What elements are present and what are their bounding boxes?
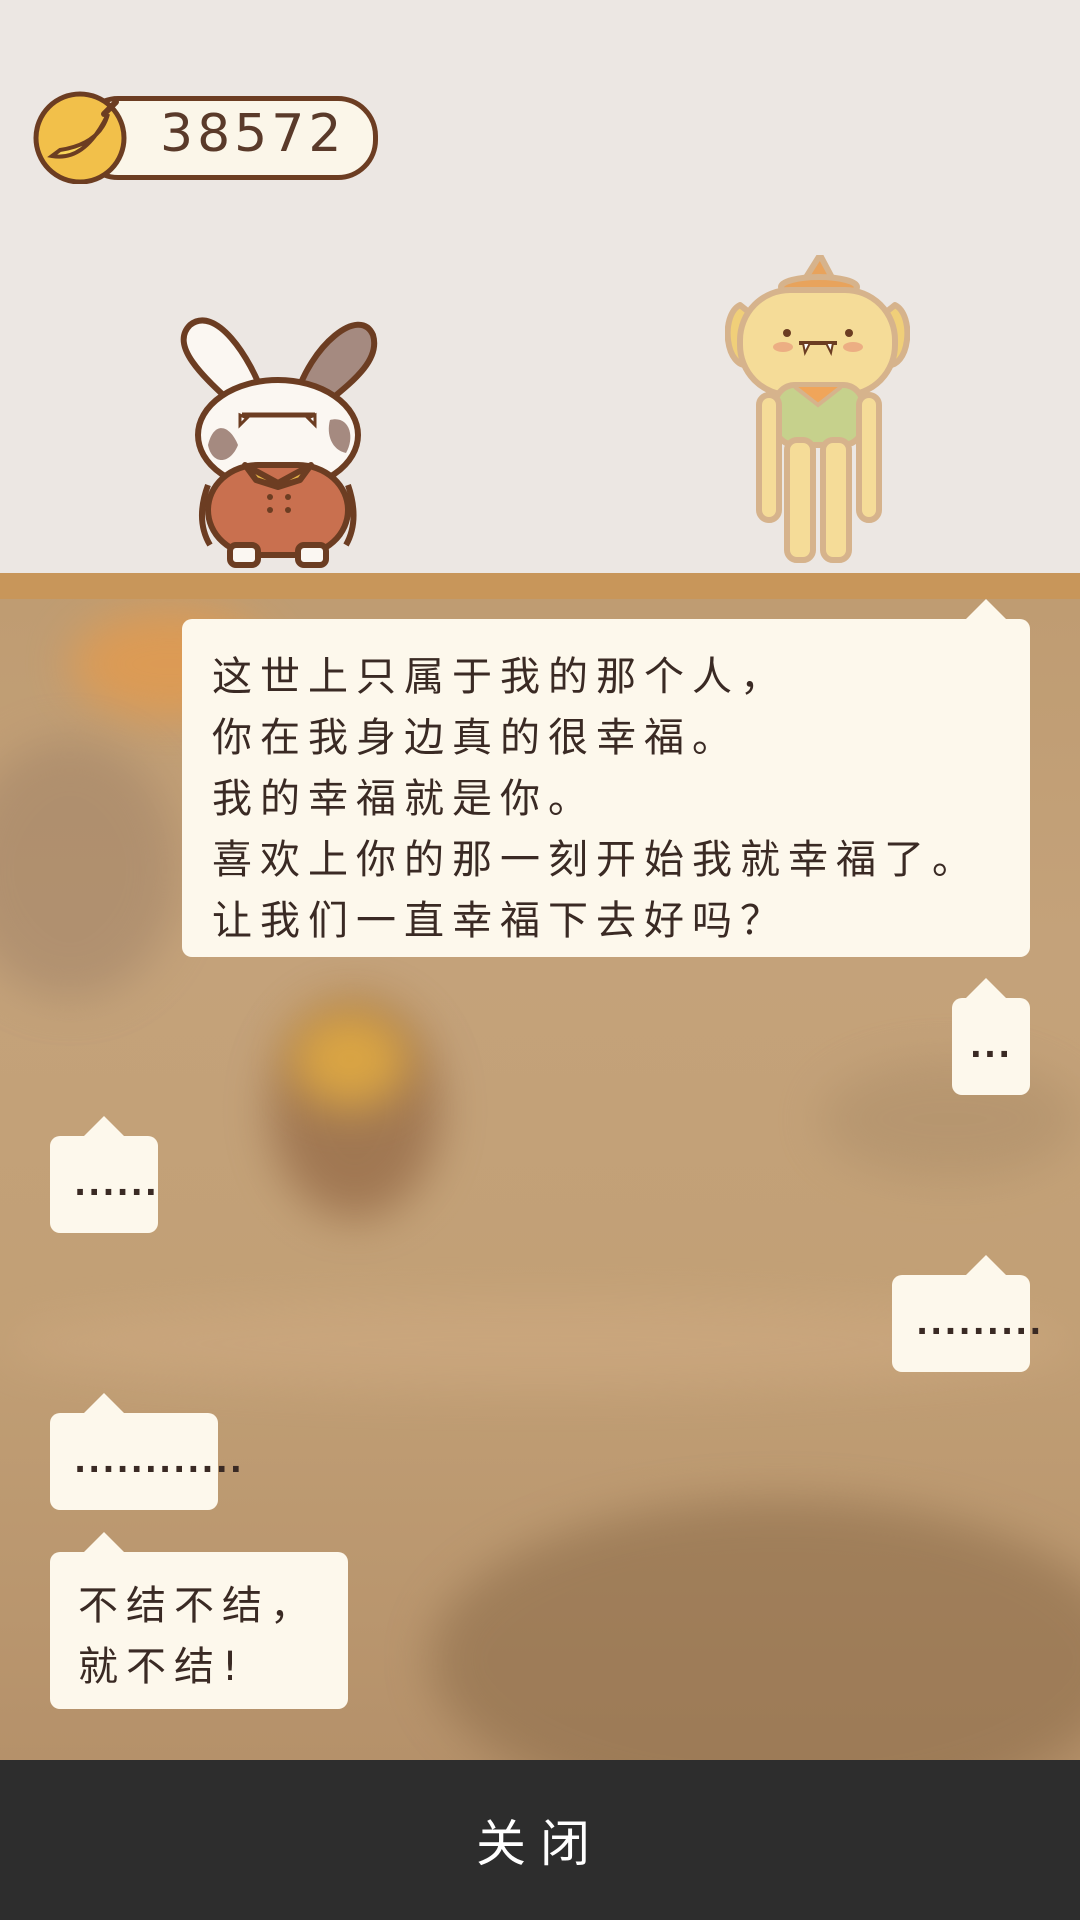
speech-text: 这世上只属于我的那个人， 你在我身边真的很幸福。 我的幸福就是你。 喜欢上你的那… [212,654,980,944]
floor-line [0,573,1080,599]
speech-bubble: ......... [892,1255,1044,1372]
speech-text: ......... [916,1304,1044,1342]
banana-count: 38572 [160,104,346,164]
banana-counter: 38572 [30,91,378,184]
speech-text: ............ [74,1442,244,1480]
banana-icon [33,91,127,184]
speech-bubble: ...... [50,1116,159,1233]
speech-text: ... [969,1027,1013,1065]
close-button[interactable]: 关闭 [0,1760,1080,1920]
bunny-character[interactable] [170,305,385,570]
speech-bubble: 不结不结， 就不结! [50,1532,348,1709]
stage-area [0,0,1080,573]
speech-text: ...... [74,1165,159,1203]
dog-character[interactable] [725,255,910,570]
speech-bubble: ............ [50,1393,244,1510]
speech-text: 不结不结， 就不结! [78,1583,318,1690]
speech-bubble: ... [952,978,1030,1095]
close-label: 关闭 [476,1815,604,1873]
speech-bubble: 这世上只属于我的那个人， 你在我身边真的很幸福。 我的幸福就是你。 喜欢上你的那… [182,599,1030,957]
